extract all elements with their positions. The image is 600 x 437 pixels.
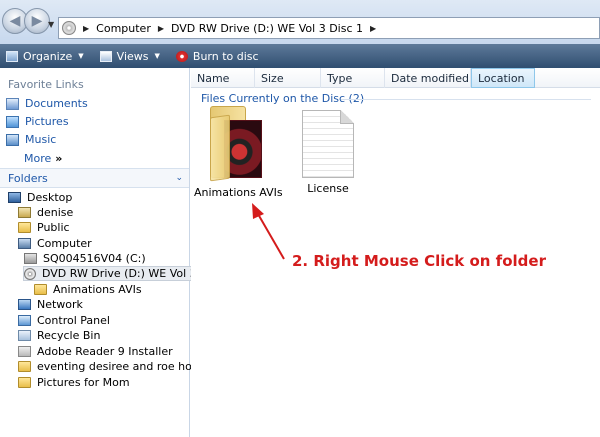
file-item-license[interactable]: License	[285, 106, 371, 195]
tree-item-computer[interactable]: Computer	[18, 236, 92, 251]
folder-icon	[18, 377, 31, 388]
tree-item-label: Computer	[37, 237, 92, 250]
command-bar: Organize ▼ Views ▼ Burn to disc	[0, 44, 600, 68]
views-label: Views	[116, 49, 149, 63]
column-type[interactable]: Type	[321, 68, 385, 88]
group-divider	[341, 99, 591, 100]
tree-item-label: Pictures for Mom	[37, 376, 130, 389]
tree-item-label: Desktop	[27, 191, 73, 204]
installer-icon	[18, 346, 31, 357]
navigation-pane: Favorite Links Documents Pictures Music …	[0, 68, 238, 437]
tree-item-label: Adobe Reader 9 Installer	[37, 345, 173, 358]
computer-icon	[18, 238, 31, 249]
column-location[interactable]: Location	[471, 68, 535, 88]
music-icon	[6, 133, 19, 146]
column-size[interactable]: Size	[255, 68, 321, 88]
tree-item-label: Network	[37, 298, 83, 311]
favorite-links-title: Favorite Links	[8, 78, 84, 91]
tree-item-denise[interactable]: denise	[18, 205, 73, 220]
folder-icon	[18, 222, 31, 233]
tree-item-label: denise	[37, 206, 74, 219]
chevron-right-icon[interactable]: ▶	[158, 24, 164, 33]
group-header[interactable]: Files Currently on the Disc (2)	[201, 92, 364, 105]
chevron-down-icon[interactable]: ⌄	[175, 173, 183, 183]
favorite-link-label: Documents	[25, 97, 88, 110]
control-panel-icon	[18, 315, 31, 326]
disc-drive-icon	[62, 21, 76, 35]
address-bar-area: ◀ ▶ ▼ ▶ Computer ▶ DVD RW Drive (D:) WE …	[0, 0, 600, 44]
tree-item-recycle-bin[interactable]: Recycle Bin	[18, 328, 100, 343]
column-name[interactable]: Name	[191, 68, 255, 88]
favorite-link-documents[interactable]: Documents	[6, 97, 88, 110]
chevron-right-icon[interactable]: ▶	[370, 24, 376, 33]
burn-label: Burn to disc	[192, 49, 259, 63]
tree-item-adobe-reader[interactable]: Adobe Reader 9 Installer	[18, 344, 173, 359]
favorite-link-music[interactable]: Music	[6, 133, 56, 146]
tree-item-public[interactable]: Public	[18, 220, 70, 235]
forward-button[interactable]: ▶	[24, 8, 50, 34]
column-headers: Name Size Type Date modified Location	[191, 68, 600, 88]
more-links-button[interactable]: More»	[24, 152, 62, 165]
disc-drive-icon	[24, 267, 36, 280]
organize-button[interactable]: Organize ▼	[6, 50, 84, 63]
folders-header[interactable]: Folders ⌄	[0, 168, 189, 188]
burn-to-disc-button[interactable]: Burn to disc	[175, 49, 259, 63]
breadcrumb-computer[interactable]: Computer	[96, 22, 151, 35]
burn-disc-icon	[175, 50, 188, 62]
tree-item-label: Control Panel	[37, 314, 110, 327]
double-chevron-icon: »	[55, 152, 63, 165]
desktop-icon	[8, 192, 21, 203]
tree-item-network[interactable]: Network	[18, 297, 83, 312]
back-arrow-icon: ◀	[9, 13, 21, 29]
network-icon	[18, 299, 31, 310]
breadcrumb-dvd-drive[interactable]: DVD RW Drive (D:) WE Vol 3 Disc 1	[171, 22, 363, 35]
chevron-down-icon: ▼	[154, 52, 160, 60]
file-item-animations-avis[interactable]: Animations AVIs	[194, 106, 283, 199]
user-folder-icon	[18, 207, 31, 218]
organize-icon	[6, 50, 18, 62]
file-item-label: Animations AVIs	[194, 186, 283, 199]
more-label: More	[24, 152, 52, 165]
tree-item-desktop[interactable]: Desktop	[8, 190, 72, 205]
views-icon	[99, 50, 112, 62]
tree-item-c-drive[interactable]: SQ004516V04 (C:)	[24, 251, 146, 266]
recycle-bin-icon	[18, 330, 31, 341]
views-button[interactable]: Views ▼	[99, 49, 160, 63]
folders-title: Folders	[8, 171, 48, 185]
favorite-link-pictures[interactable]: Pictures	[6, 115, 69, 128]
text-file-icon	[302, 110, 354, 178]
pictures-icon	[6, 115, 19, 128]
tree-item-label: Animations AVIs	[53, 283, 142, 296]
favorite-link-label: Music	[25, 133, 57, 146]
annotation-text: 2. Right Mouse Click on folder	[292, 252, 546, 270]
tree-item-label: Recycle Bin	[37, 329, 101, 342]
documents-icon	[6, 97, 19, 110]
file-item-label: License	[307, 182, 349, 195]
folder-icon	[18, 361, 31, 372]
column-date-modified[interactable]: Date modified	[385, 68, 471, 88]
favorite-link-label: Pictures	[25, 115, 69, 128]
chevron-down-icon: ▼	[78, 52, 84, 60]
folder-icon	[204, 106, 270, 182]
chevron-right-icon[interactable]: ▶	[83, 24, 89, 33]
tree-item-label: Public	[37, 221, 70, 234]
tree-item-control-panel[interactable]: Control Panel	[18, 313, 110, 328]
address-bar[interactable]: ▶ Computer ▶ DVD RW Drive (D:) WE Vol 3 …	[58, 17, 600, 39]
organize-label: Organize	[23, 49, 73, 63]
recent-pages-dropdown-icon[interactable]: ▼	[48, 20, 54, 29]
tree-item-animations-avis[interactable]: Animations AVIs	[34, 282, 142, 297]
tree-item-label: SQ004516V04 (C:)	[43, 252, 146, 265]
tree-item-pictures-for-mom[interactable]: Pictures for Mom	[18, 375, 130, 390]
forward-arrow-icon: ▶	[31, 13, 43, 29]
folder-icon	[34, 284, 47, 295]
hard-drive-icon	[24, 253, 37, 264]
